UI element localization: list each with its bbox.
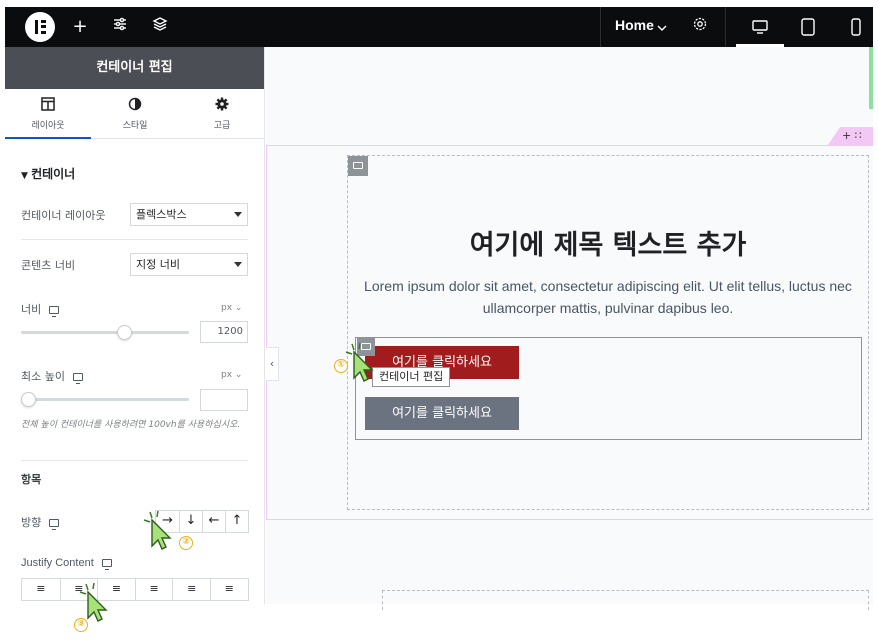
divider	[21, 460, 248, 461]
section-container-toggle[interactable]: ▼ 컨테이너	[21, 165, 75, 182]
gear-icon	[215, 97, 229, 111]
editor-root: + Home 컨테이너 편집 레이아웃 스타일 고급 ▼ 컨테이너 컨테이너 레…	[0, 0, 878, 641]
panel-collapse-button[interactable]: ‹	[266, 347, 279, 381]
container-outline-top	[266, 145, 873, 146]
justify-start-button[interactable]: ≡	[22, 579, 60, 600]
style-icon	[128, 97, 142, 111]
width-label-row: 너비	[21, 301, 60, 317]
panel-tabs: 레이아웃 스타일 고급	[5, 89, 264, 139]
direction-column-reverse-button[interactable]: ↑	[225, 511, 248, 532]
sliders-icon[interactable]	[109, 16, 131, 38]
edit-container-tooltip: 컨테이너 편집	[372, 367, 451, 387]
desktop-icon[interactable]	[72, 373, 83, 384]
chevron-down-icon[interactable]	[656, 19, 668, 38]
tab-label: 고급	[213, 121, 231, 131]
width-input[interactable]: 1200	[200, 321, 248, 343]
tab-label: 레이아웃	[31, 121, 65, 131]
justify-space-between-button[interactable]: ≡	[134, 579, 173, 600]
justify-content-label: Justify Content	[21, 557, 94, 569]
cursor-click-icon	[345, 342, 374, 382]
justify-label-row: Justify Content	[21, 557, 112, 571]
direction-label: 방향	[21, 516, 42, 529]
tab-style[interactable]: 스타일	[92, 89, 178, 139]
gear-icon[interactable]	[689, 16, 711, 38]
unit-label: px	[221, 303, 233, 313]
text-widget[interactable]: Lorem ipsum dolor sit amet, consectetur …	[358, 275, 858, 319]
section-edge-indicator	[869, 47, 873, 109]
mobile-icon[interactable]	[850, 18, 862, 40]
select-value: 지정 너비	[136, 258, 180, 271]
desktop-icon[interactable]	[49, 519, 60, 530]
caret-down-icon: ▼	[21, 171, 32, 181]
select-value: 플렉스박스	[136, 208, 187, 221]
layout-icon	[41, 97, 55, 111]
plus-icon[interactable]: +	[69, 16, 91, 38]
justify-space-around-button[interactable]: ≡	[172, 579, 210, 600]
top-bar: + Home	[5, 7, 873, 47]
editor-canvas: + ∷ 여기에 제목 텍스트 추가 Lorem ipsum dolor sit …	[266, 47, 873, 610]
elementor-logo[interactable]	[25, 12, 55, 42]
min-height-label-row: 최소 높이	[21, 368, 83, 384]
divider	[21, 239, 248, 240]
width-unit-select[interactable]: px ⌄	[221, 303, 242, 313]
justify-space-evenly-button[interactable]: ≡	[209, 579, 248, 600]
min-height-slider-track[interactable]	[21, 398, 189, 401]
min-height-slider-thumb[interactable]	[21, 392, 36, 407]
toolbar-separator	[725, 7, 726, 47]
container-edit-handle[interactable]	[348, 156, 368, 176]
cursor-click-icon	[143, 510, 172, 550]
cursor-click-icon	[79, 582, 108, 622]
width-slider-track[interactable]	[21, 331, 189, 334]
tab-advanced[interactable]: 고급	[179, 89, 265, 139]
page-selector-label[interactable]: Home	[615, 17, 654, 33]
min-height-unit-select[interactable]: px ⌄	[221, 370, 242, 380]
section-title: 컨테이너	[31, 167, 76, 181]
tab-label: 스타일	[122, 121, 148, 131]
container-layout-label: 컨테이너 레이아웃	[21, 209, 106, 222]
container-outline-left	[266, 145, 267, 519]
content-width-label: 콘텐츠 너비	[21, 259, 76, 272]
toolbar-separator	[600, 7, 601, 47]
width-slider-thumb[interactable]	[117, 325, 133, 340]
desktop-icon[interactable]	[751, 18, 769, 40]
layers-icon[interactable]	[149, 16, 171, 38]
min-height-input[interactable]	[200, 389, 248, 411]
inner-container-outline[interactable]	[347, 155, 869, 510]
next-container-outline[interactable]	[382, 590, 869, 610]
desktop-icon[interactable]	[101, 559, 112, 571]
desktop-icon[interactable]	[49, 306, 60, 317]
edit-panel: 컨테이너 편집 레이아웃 스타일 고급 ▼ 컨테이너 컨테이너 레이아웃 플렉스…	[5, 47, 265, 604]
container-layout-select[interactable]: 플렉스박스	[130, 203, 248, 226]
tablet-icon[interactable]	[800, 18, 816, 40]
direction-label-row: 방향	[21, 514, 60, 530]
min-height-hint: 전체 높이 컨테이너를 사용하려면 100vh를 사용하십시오.	[21, 420, 241, 430]
direction-column-button[interactable]: ↓	[179, 511, 202, 532]
caret-down-icon	[234, 212, 242, 217]
heading-widget[interactable]: 여기에 제목 텍스트 추가	[348, 223, 868, 262]
unit-label: px	[221, 370, 233, 380]
container-outline-bottom	[266, 519, 873, 520]
width-label: 너비	[21, 303, 42, 316]
items-heading: 항목	[21, 473, 42, 486]
tab-layout[interactable]: 레이아웃	[5, 89, 91, 139]
direction-row-reverse-button[interactable]: ←	[202, 511, 225, 532]
justify-content-button-group: ≡ ≡ ≡ ≡ ≡ ≡	[21, 578, 249, 601]
step-marker-2: ②	[179, 536, 193, 550]
add-section-handle[interactable]: + ∷	[828, 127, 873, 145]
panel-title: 컨테이너 편집	[5, 47, 264, 89]
min-height-label: 최소 높이	[21, 370, 65, 383]
caret-down-icon	[234, 262, 242, 267]
secondary-button[interactable]: 여기를 클릭하세요	[365, 397, 519, 430]
content-width-select[interactable]: 지정 너비	[130, 253, 248, 276]
